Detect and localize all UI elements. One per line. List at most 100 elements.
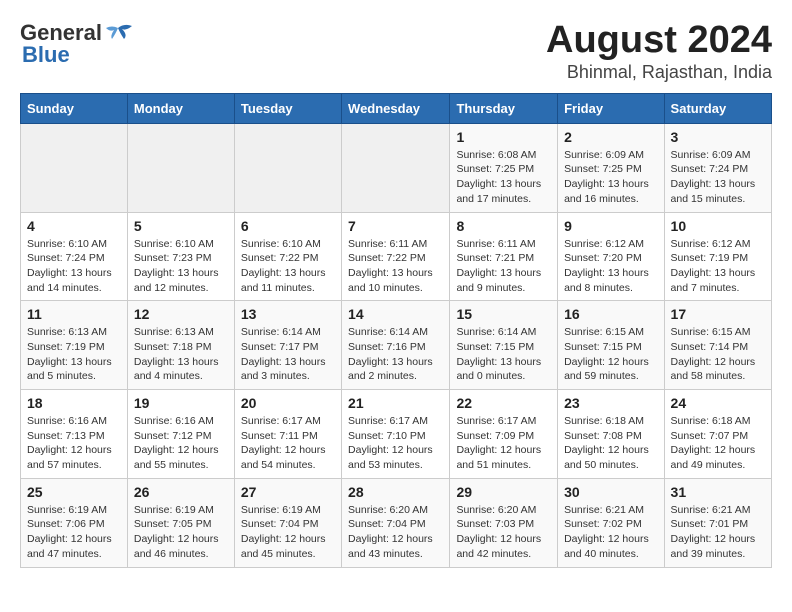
day-info: Sunrise: 6:16 AM Sunset: 7:12 PM Dayligh…: [134, 414, 228, 473]
day-number: 15: [456, 306, 551, 322]
day-info: Sunrise: 6:13 AM Sunset: 7:18 PM Dayligh…: [134, 325, 228, 384]
table-row: 26Sunrise: 6:19 AM Sunset: 7:05 PM Dayli…: [127, 478, 234, 567]
calendar-week-row: 11 Sunrise: 6:13 AM Sunset: 7:19 PM Dayli…: [21, 301, 772, 390]
logo-bird-icon: [104, 23, 132, 43]
day-info: Sunrise: 6:17 AM Sunset: 7:10 PM Dayligh…: [348, 414, 443, 473]
header-friday: Friday: [558, 93, 664, 123]
table-row: 5Sunrise: 6:10 AM Sunset: 7:23 PM Daylig…: [127, 212, 234, 301]
day-info: Sunrise: 6:14 AM Sunset: 7:17 PM Dayligh…: [241, 325, 335, 384]
day-number: 3: [671, 129, 765, 145]
table-row: 6 Sunrise: 6:10 AM Sunset: 7:22 PM Daylig…: [234, 212, 341, 301]
title-block: August 2024 Bhinmal, Rajasthan, India: [546, 20, 772, 83]
table-row: 21 Sunrise: 6:17 AM Sunset: 7:10 PM Dayli…: [342, 390, 450, 479]
day-number: 19: [134, 395, 228, 411]
table-row: [342, 123, 450, 212]
day-number: 22: [456, 395, 551, 411]
table-row: 4 Sunrise: 6:10 AM Sunset: 7:24 PM Daylig…: [21, 212, 128, 301]
day-number: 9: [564, 218, 657, 234]
day-number: 20: [241, 395, 335, 411]
day-info: Sunrise: 6:11 AM Sunset: 7:21 PM Dayligh…: [456, 237, 551, 296]
day-number: 1: [456, 129, 551, 145]
day-number: 13: [241, 306, 335, 322]
table-row: 31 Sunrise: 6:21 AM Sunset: 7:01 PM Dayli…: [664, 478, 771, 567]
table-row: 29 Sunrise: 6:20 AM Sunset: 7:03 PM Dayli…: [450, 478, 558, 567]
day-info: Sunrise: 6:21 AM Sunset: 7:01 PM Dayligh…: [671, 503, 765, 562]
table-row: 30Sunrise: 6:21 AM Sunset: 7:02 PM Dayli…: [558, 478, 664, 567]
table-row: [234, 123, 341, 212]
table-row: 14 Sunrise: 6:14 AM Sunset: 7:16 PM Dayli…: [342, 301, 450, 390]
table-row: 18 Sunrise: 6:16 AM Sunset: 7:13 PM Dayli…: [21, 390, 128, 479]
day-number: 8: [456, 218, 551, 234]
table-row: 15 Sunrise: 6:14 AM Sunset: 7:15 PM Dayli…: [450, 301, 558, 390]
table-row: [21, 123, 128, 212]
page-header: General Blue August 2024 Bhinmal, Rajast…: [20, 20, 772, 83]
day-info: Sunrise: 6:10 AM Sunset: 7:24 PM Dayligh…: [27, 237, 121, 296]
table-row: 25 Sunrise: 6:19 AM Sunset: 7:06 PM Dayli…: [21, 478, 128, 567]
header-wednesday: Wednesday: [342, 93, 450, 123]
day-info: Sunrise: 6:11 AM Sunset: 7:22 PM Dayligh…: [348, 237, 443, 296]
day-info: Sunrise: 6:18 AM Sunset: 7:07 PM Dayligh…: [671, 414, 765, 473]
day-info: Sunrise: 6:19 AM Sunset: 7:06 PM Dayligh…: [27, 503, 121, 562]
day-number: 6: [241, 218, 335, 234]
table-row: 20 Sunrise: 6:17 AM Sunset: 7:11 PM Dayli…: [234, 390, 341, 479]
day-number: 2: [564, 129, 657, 145]
header-tuesday: Tuesday: [234, 93, 341, 123]
header-sunday: Sunday: [21, 93, 128, 123]
day-info: Sunrise: 6:20 AM Sunset: 7:04 PM Dayligh…: [348, 503, 443, 562]
day-number: 12: [134, 306, 228, 322]
day-info: Sunrise: 6:21 AM Sunset: 7:02 PM Dayligh…: [564, 503, 657, 562]
day-info: Sunrise: 6:16 AM Sunset: 7:13 PM Dayligh…: [27, 414, 121, 473]
calendar-week-row: 4 Sunrise: 6:10 AM Sunset: 7:24 PM Daylig…: [21, 212, 772, 301]
day-info: Sunrise: 6:13 AM Sunset: 7:19 PM Dayligh…: [27, 325, 121, 384]
table-row: 10Sunrise: 6:12 AM Sunset: 7:19 PM Dayli…: [664, 212, 771, 301]
day-number: 21: [348, 395, 443, 411]
day-info: Sunrise: 6:14 AM Sunset: 7:16 PM Dayligh…: [348, 325, 443, 384]
day-number: 24: [671, 395, 765, 411]
table-row: 11 Sunrise: 6:13 AM Sunset: 7:19 PM Dayli…: [21, 301, 128, 390]
day-number: 29: [456, 484, 551, 500]
day-info: Sunrise: 6:09 AM Sunset: 7:25 PM Dayligh…: [564, 148, 657, 207]
table-row: 28 Sunrise: 6:20 AM Sunset: 7:04 PM Dayli…: [342, 478, 450, 567]
day-number: 4: [27, 218, 121, 234]
day-info: Sunrise: 6:09 AM Sunset: 7:24 PM Dayligh…: [671, 148, 765, 207]
day-number: 11: [27, 306, 121, 322]
day-number: 31: [671, 484, 765, 500]
calendar-week-row: 18 Sunrise: 6:16 AM Sunset: 7:13 PM Dayli…: [21, 390, 772, 479]
header-monday: Monday: [127, 93, 234, 123]
day-info: Sunrise: 6:10 AM Sunset: 7:22 PM Dayligh…: [241, 237, 335, 296]
table-row: 19 Sunrise: 6:16 AM Sunset: 7:12 PM Dayli…: [127, 390, 234, 479]
day-number: 25: [27, 484, 121, 500]
day-info: Sunrise: 6:19 AM Sunset: 7:05 PM Dayligh…: [134, 503, 228, 562]
day-info: Sunrise: 6:08 AM Sunset: 7:25 PM Dayligh…: [456, 148, 551, 207]
day-number: 10: [671, 218, 765, 234]
table-row: 7Sunrise: 6:11 AM Sunset: 7:22 PM Daylig…: [342, 212, 450, 301]
table-row: 24 Sunrise: 6:18 AM Sunset: 7:07 PM Dayli…: [664, 390, 771, 479]
day-info: Sunrise: 6:19 AM Sunset: 7:04 PM Dayligh…: [241, 503, 335, 562]
table-row: 9Sunrise: 6:12 AM Sunset: 7:20 PM Daylig…: [558, 212, 664, 301]
table-row: 2 Sunrise: 6:09 AM Sunset: 7:25 PM Daylig…: [558, 123, 664, 212]
day-info: Sunrise: 6:20 AM Sunset: 7:03 PM Dayligh…: [456, 503, 551, 562]
table-row: 23Sunrise: 6:18 AM Sunset: 7:08 PM Dayli…: [558, 390, 664, 479]
calendar-week-row: 1 Sunrise: 6:08 AM Sunset: 7:25 PM Daylig…: [21, 123, 772, 212]
header-saturday: Saturday: [664, 93, 771, 123]
day-number: 5: [134, 218, 228, 234]
day-info: Sunrise: 6:18 AM Sunset: 7:08 PM Dayligh…: [564, 414, 657, 473]
table-row: [127, 123, 234, 212]
day-number: 16: [564, 306, 657, 322]
table-row: 27Sunrise: 6:19 AM Sunset: 7:04 PM Dayli…: [234, 478, 341, 567]
table-row: 13 Sunrise: 6:14 AM Sunset: 7:17 PM Dayli…: [234, 301, 341, 390]
logo: General Blue: [20, 20, 132, 68]
calendar-header-row: Sunday Monday Tuesday Wednesday Thursday…: [21, 93, 772, 123]
table-row: 12 Sunrise: 6:13 AM Sunset: 7:18 PM Dayli…: [127, 301, 234, 390]
day-info: Sunrise: 6:14 AM Sunset: 7:15 PM Dayligh…: [456, 325, 551, 384]
day-number: 18: [27, 395, 121, 411]
day-number: 28: [348, 484, 443, 500]
table-row: 1 Sunrise: 6:08 AM Sunset: 7:25 PM Daylig…: [450, 123, 558, 212]
day-info: Sunrise: 6:17 AM Sunset: 7:11 PM Dayligh…: [241, 414, 335, 473]
calendar-week-row: 25 Sunrise: 6:19 AM Sunset: 7:06 PM Dayli…: [21, 478, 772, 567]
day-number: 14: [348, 306, 443, 322]
page-subtitle: Bhinmal, Rajasthan, India: [546, 62, 772, 83]
day-number: 17: [671, 306, 765, 322]
calendar-table: Sunday Monday Tuesday Wednesday Thursday…: [20, 93, 772, 568]
day-info: Sunrise: 6:15 AM Sunset: 7:15 PM Dayligh…: [564, 325, 657, 384]
